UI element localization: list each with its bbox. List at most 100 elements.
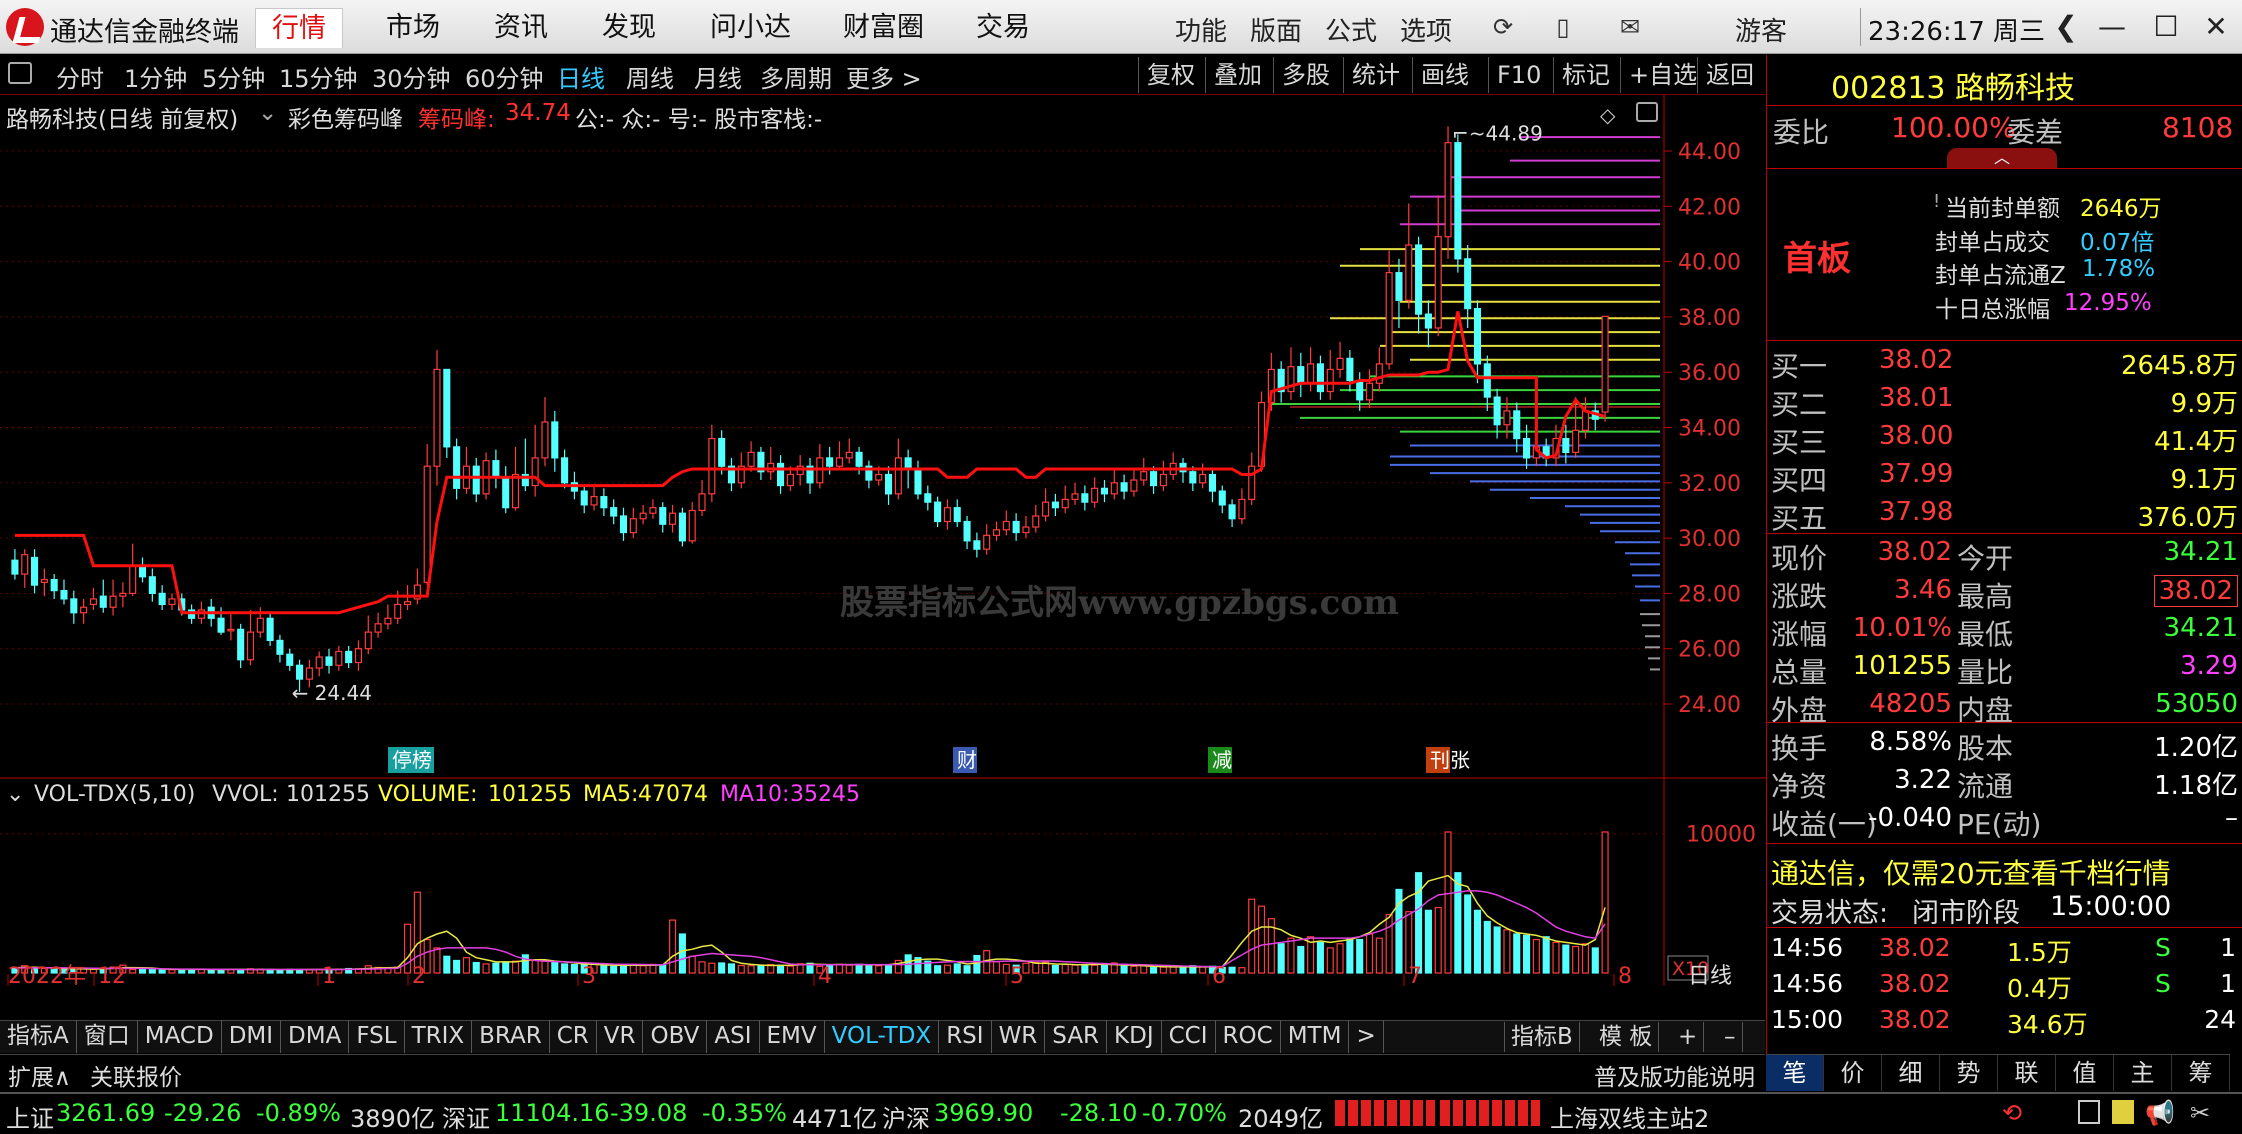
tab-zhibiao-b[interactable]: 指标B (1504, 1022, 1580, 1052)
tools-icon[interactable]: ✂ (2190, 1099, 2210, 1127)
btn-biaoji[interactable]: 标记 (1553, 57, 1618, 93)
period-1min[interactable]: 1分钟 (124, 59, 187, 94)
user-label[interactable]: 游客 (1735, 11, 1787, 48)
panel-toggle-icon[interactable] (8, 62, 32, 84)
back-arrow-icon[interactable]: ❮ (2044, 8, 2088, 46)
volume-chart[interactable]: 10000X102022年 12 1 2 3 4 5 6 7 8 日线 (0, 778, 1766, 986)
tab-dmi[interactable]: DMI (222, 1020, 282, 1053)
tab-guanlian[interactable]: 关联报价 (90, 1058, 182, 1092)
candle-body (904, 457, 912, 470)
quote-tab-1[interactable]: 价 (1824, 1055, 1882, 1091)
period-60min[interactable]: 60分钟 (465, 59, 544, 94)
tdx-logo-icon (6, 8, 44, 46)
quote-tab-7[interactable]: 筹 (2172, 1055, 2230, 1091)
broadcast-icon[interactable]: 📢 (2145, 1099, 2175, 1127)
minimize-icon[interactable]: — (2090, 8, 2134, 46)
nav-shichang[interactable]: 市场 (370, 8, 456, 48)
tab-[interactable]: 窗口 (77, 1020, 138, 1053)
menu-banmian[interactable]: 版面 (1250, 11, 1302, 48)
tab-obv[interactable]: OBV (643, 1020, 708, 1053)
tab-a[interactable]: 指标A (0, 1020, 77, 1053)
quote-tab-2[interactable]: 细 (1882, 1055, 1940, 1091)
tab-roc[interactable]: ROC (1216, 1020, 1281, 1053)
phone-icon[interactable]: ▯ (1545, 10, 1581, 44)
tab-minus[interactable]: – (1718, 1022, 1743, 1052)
menu-gongshi[interactable]: 公式 (1325, 11, 1377, 48)
bid-volume-1: 2645.8万 (2121, 351, 2238, 381)
nav-faxian[interactable]: 发现 (586, 8, 672, 48)
nav-jiaoyi[interactable]: 交易 (960, 8, 1046, 48)
bid-price-1: 38.02 (1879, 345, 1954, 375)
period-weekly[interactable]: 周线 (626, 59, 674, 94)
volume-bar (934, 965, 942, 974)
collapse-chevron-icon[interactable]: ︿ (1947, 148, 2057, 168)
refresh-icon[interactable]: ⟳ (1485, 10, 1521, 44)
tab-cr[interactable]: CR (550, 1020, 597, 1053)
btn-add-watch[interactable]: +自选 (1620, 57, 1705, 93)
volume-bar (1464, 894, 1472, 974)
tab-cci[interactable]: CCI (1162, 1020, 1216, 1053)
nav-wenxiaoda[interactable]: 问小达 (694, 8, 807, 48)
candle-body (894, 457, 902, 495)
period-15min[interactable]: 15分钟 (279, 59, 358, 94)
period-more[interactable]: 更多 > (846, 59, 922, 94)
btn-huaxian[interactable]: 画线 (1412, 57, 1477, 93)
btn-diejia[interactable]: 叠加 (1205, 57, 1270, 93)
tab-sar[interactable]: SAR (1045, 1020, 1108, 1053)
nav-caifuquan[interactable]: 财富圈 (827, 8, 940, 48)
quote-tab-6[interactable]: 主 (2114, 1055, 2172, 1091)
notepad-icon[interactable] (2078, 1100, 2100, 1124)
tab-voltdx[interactable]: VOL-TDX (825, 1020, 940, 1053)
nav-zixun[interactable]: 资讯 (478, 8, 564, 48)
tab-fsl[interactable]: FSL (349, 1020, 405, 1053)
period-daily[interactable]: 日线 (557, 59, 605, 94)
btn-duogu[interactable]: 多股 (1273, 57, 1338, 93)
tab-kuozhan[interactable]: 扩展∧ (8, 1058, 71, 1092)
candle-body (30, 556, 39, 586)
quote-tab-5[interactable]: 值 (2056, 1055, 2114, 1091)
candle-body (1356, 379, 1364, 401)
tab-asi[interactable]: ASI (707, 1020, 760, 1053)
btn-fuquan[interactable]: 复权 (1138, 57, 1203, 93)
tab-dma[interactable]: DMA (281, 1020, 350, 1053)
connection-icon[interactable]: ⟲ (2002, 1099, 2022, 1127)
period-multi[interactable]: 多周期 (760, 59, 832, 94)
tab-emv[interactable]: EMV (760, 1020, 825, 1053)
tab-mtm[interactable]: MTM (1281, 1020, 1350, 1053)
volume-bar (482, 963, 490, 974)
candlestick-chart[interactable]: 44.00 42.00 40.00 38.00 36.00 34.00 32.00 30.00… (0, 95, 1766, 778)
quote-tab-0[interactable]: 笔 (1766, 1055, 1824, 1091)
feature-help-link[interactable]: 普及版功能说明 (1594, 1058, 1755, 1092)
mail-icon[interactable]: ✉ (1612, 10, 1648, 44)
menu-xuanxiang[interactable]: 选项 (1400, 11, 1452, 48)
btn-back[interactable]: 返回 (1697, 57, 1762, 93)
tab-wr[interactable]: WR (992, 1020, 1046, 1053)
tab-macd[interactable]: MACD (138, 1020, 222, 1053)
tab-trix[interactable]: TRIX (405, 1020, 473, 1053)
period-30min[interactable]: 30分钟 (372, 59, 451, 94)
close-icon[interactable]: ✕ (2194, 8, 2238, 46)
btn-f10[interactable]: F10 (1488, 57, 1549, 93)
period-monthly[interactable]: 月线 (694, 59, 742, 94)
tick-count: 24 (2204, 1005, 2236, 1034)
period-5min[interactable]: 5分钟 (202, 59, 265, 94)
tab-rsi[interactable]: RSI (939, 1020, 992, 1053)
promo-banner[interactable]: 通达信，仅需20元查看千档行情 (1771, 852, 2171, 892)
note-icon[interactable] (2112, 1100, 2134, 1124)
btn-tongji[interactable]: 统计 (1343, 57, 1408, 93)
server-name[interactable]: 上海双线主站2 (1550, 1099, 1709, 1134)
maximize-icon[interactable]: ☐ (2144, 8, 2188, 46)
period-fenshi[interactable]: 分时 (56, 59, 104, 94)
tab-muban[interactable]: 模 板 (1593, 1022, 1660, 1052)
tab-plus[interactable]: + (1672, 1022, 1705, 1052)
quote-tab-4[interactable]: 联 (1998, 1055, 2056, 1091)
tab-vr[interactable]: VR (597, 1020, 644, 1053)
volume-bar (1120, 965, 1128, 974)
quote-tab-3[interactable]: 势 (1940, 1055, 1998, 1091)
tab-kdj[interactable]: KDJ (1107, 1020, 1162, 1053)
tab-brar[interactable]: BRAR (472, 1020, 550, 1053)
tab-[interactable]: > (1349, 1020, 1384, 1053)
menu-gongneng[interactable]: 功能 (1175, 11, 1227, 48)
candle-body (561, 457, 569, 484)
nav-hangqing[interactable]: 行情 (255, 8, 343, 48)
